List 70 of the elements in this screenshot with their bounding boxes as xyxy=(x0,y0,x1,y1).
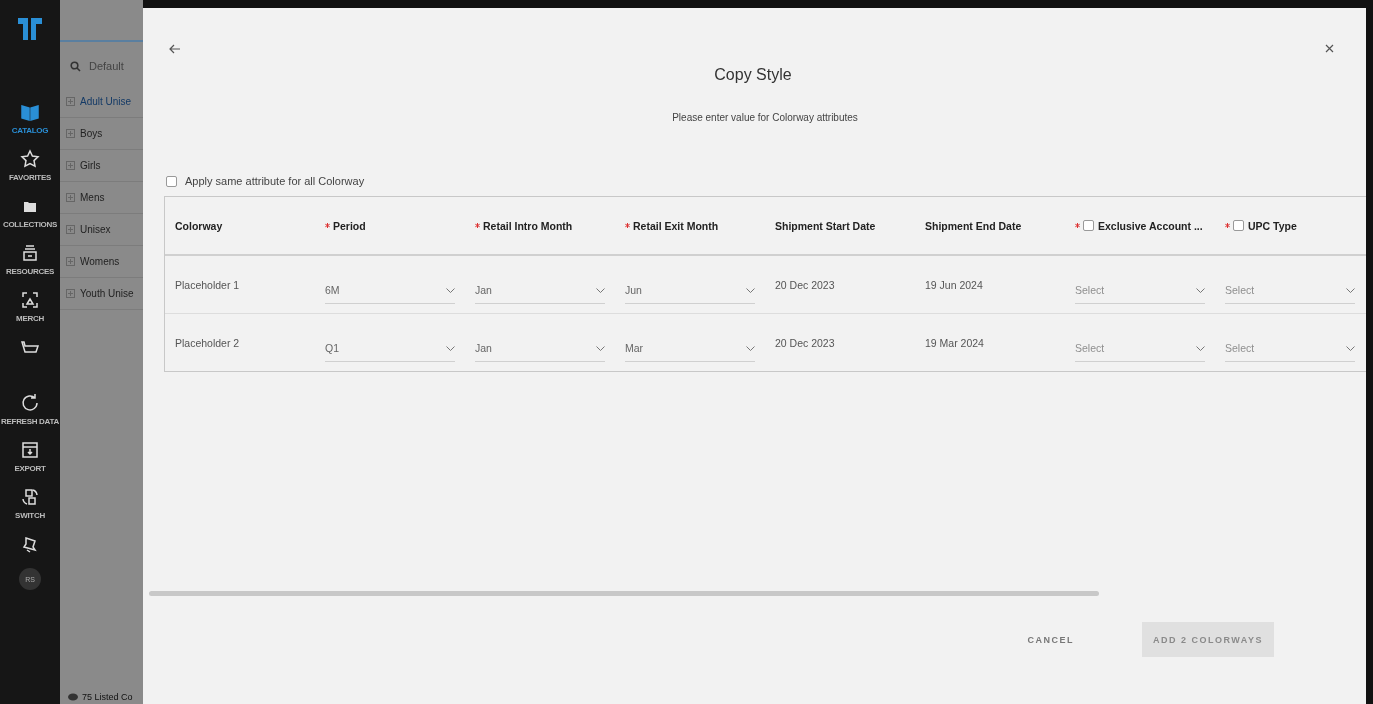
select-field[interactable]: Mar xyxy=(625,335,755,362)
horizontal-scrollbar[interactable] xyxy=(149,591,1099,596)
close-icon[interactable] xyxy=(1325,44,1334,53)
select-field[interactable]: Select xyxy=(1075,277,1205,304)
cancel-button[interactable]: CANCEL xyxy=(1021,633,1080,646)
expand-icon xyxy=(66,289,75,298)
chevron-down-icon xyxy=(596,287,605,293)
table-cell: 20 Dec 2023 xyxy=(775,278,835,291)
expand-icon xyxy=(66,257,75,266)
chevron-down-icon xyxy=(446,345,455,351)
table-cell: 20 Dec 2023 xyxy=(775,336,835,349)
expand-icon xyxy=(66,225,75,234)
expand-icon xyxy=(66,161,75,170)
nav-item[interactable]: REFRESH DATA xyxy=(1,393,59,426)
tray-icon xyxy=(20,243,40,263)
table-cell: 19 Jun 2024 xyxy=(925,278,983,291)
dialog-title: Copy Style xyxy=(713,66,793,84)
column-header: UPC Type xyxy=(1248,219,1297,232)
select-field[interactable]: Jun xyxy=(625,277,755,304)
search-text[interactable]: Default xyxy=(89,60,124,72)
book-icon xyxy=(20,102,40,122)
apply-checkbox[interactable] xyxy=(166,175,177,187)
column-header: Shipment End Date xyxy=(925,219,1022,232)
nav-item[interactable]: SWITCH xyxy=(15,487,45,520)
switch-icon xyxy=(20,487,40,507)
column-checkbox[interactable] xyxy=(1083,220,1094,231)
column-header: Colorway xyxy=(175,219,223,232)
expand-icon xyxy=(66,193,75,202)
column-header: Period xyxy=(333,219,366,232)
column-header: Exclusive Account ... xyxy=(1098,219,1203,232)
apply-label: Apply same attribute for all Colorway xyxy=(185,175,365,187)
nav-item[interactable]: RESOURCES xyxy=(6,243,54,276)
column-header: Retail Intro Month xyxy=(483,219,573,232)
chevron-down-icon xyxy=(1346,345,1355,351)
select-field[interactable]: Select xyxy=(1225,335,1355,362)
column-header: Retail Exit Month xyxy=(633,219,719,232)
select-field[interactable]: Select xyxy=(1225,277,1355,304)
table-cell: Placeholder 2 xyxy=(175,336,240,349)
chevron-down-icon xyxy=(446,287,455,293)
select-field[interactable]: Select xyxy=(1075,335,1205,362)
listed-count: 75 Listed Co xyxy=(82,692,133,702)
table-cell: 19 Mar 2024 xyxy=(925,336,984,349)
nav-item[interactable]: EXPORT xyxy=(14,440,46,473)
nav-item[interactable]: COLLECTIONS xyxy=(2,196,57,229)
select-field[interactable]: Jan xyxy=(475,277,605,304)
table-cell: Placeholder 1 xyxy=(175,278,240,291)
back-icon[interactable] xyxy=(169,44,181,54)
chevron-down-icon xyxy=(1346,287,1355,293)
expand-icon xyxy=(66,97,75,106)
chevron-down-icon xyxy=(746,287,755,293)
column-header: Shipment Start Date xyxy=(775,219,876,232)
chevron-down-icon xyxy=(746,345,755,351)
select-field[interactable]: Jan xyxy=(475,335,605,362)
select-field[interactable]: 6M xyxy=(325,277,455,304)
chevron-down-icon xyxy=(596,345,605,351)
scan-icon xyxy=(20,290,40,310)
logo-icon xyxy=(17,16,43,42)
select-field[interactable]: Q1 xyxy=(325,335,455,362)
nav-item[interactable]: MERCH xyxy=(16,290,44,323)
star-icon xyxy=(20,149,40,169)
expand-icon xyxy=(66,129,75,138)
download-box-icon xyxy=(20,440,40,460)
nav-item[interactable]: FAVORITES xyxy=(8,149,51,182)
chevron-down-icon xyxy=(1196,345,1205,351)
search-icon xyxy=(70,60,81,72)
column-checkbox[interactable] xyxy=(1233,220,1244,231)
nav-item[interactable]: CATALOG xyxy=(11,102,49,135)
refresh-icon xyxy=(20,393,40,413)
dialog-subtitle: Please enter value for Colorway attributes xyxy=(671,112,859,123)
chevron-down-icon xyxy=(1196,287,1205,293)
